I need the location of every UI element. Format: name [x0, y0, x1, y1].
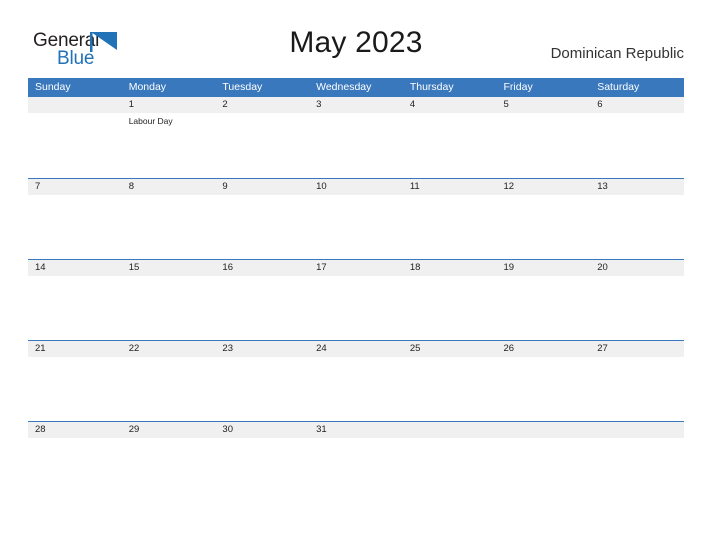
day-number-band: 7 8 9 10 11 12 13 — [28, 179, 684, 195]
day-event — [403, 276, 497, 340]
day-event — [215, 438, 309, 502]
day-event — [403, 357, 497, 421]
day-number[interactable]: 8 — [122, 179, 216, 195]
day-event — [309, 276, 403, 340]
day-event — [497, 113, 591, 177]
day-number[interactable] — [497, 422, 591, 438]
day-number[interactable]: 24 — [309, 341, 403, 357]
day-event — [309, 195, 403, 259]
day-event — [28, 113, 122, 177]
day-number[interactable]: 11 — [403, 179, 497, 195]
day-number-band: 28 29 30 31 — [28, 422, 684, 438]
day-event-band — [28, 195, 684, 259]
day-number[interactable]: 23 — [215, 341, 309, 357]
weekday-header-wednesday: Wednesday — [316, 81, 372, 93]
day-event — [28, 195, 122, 259]
day-event — [122, 357, 216, 421]
day-event — [497, 357, 591, 421]
day-event — [309, 113, 403, 177]
day-event — [590, 357, 684, 421]
day-event — [497, 438, 591, 502]
day-event — [403, 438, 497, 502]
day-number[interactable]: 2 — [215, 97, 309, 113]
day-event — [590, 438, 684, 502]
day-event — [215, 195, 309, 259]
day-event — [309, 438, 403, 502]
day-number[interactable] — [28, 97, 122, 113]
day-event — [590, 113, 684, 177]
day-number[interactable]: 18 — [403, 260, 497, 276]
weekday-header-row: Sunday Monday Tuesday Wednesday Thursday… — [28, 78, 684, 97]
day-number[interactable]: 14 — [28, 260, 122, 276]
day-number-band: 14 15 16 17 18 19 20 — [28, 260, 684, 276]
day-event-band — [28, 438, 684, 502]
day-number-band: 21 22 23 24 25 26 27 — [28, 341, 684, 357]
weekday-header-saturday: Saturday — [597, 81, 640, 93]
day-number[interactable]: 29 — [122, 422, 216, 438]
day-event-band — [28, 276, 684, 340]
day-number[interactable]: 28 — [28, 422, 122, 438]
calendar-week-row: 1 2 3 4 5 6 Labour Day — [28, 97, 684, 178]
day-event — [403, 195, 497, 259]
day-number[interactable]: 27 — [590, 341, 684, 357]
day-number[interactable]: 4 — [403, 97, 497, 113]
day-number[interactable]: 9 — [215, 179, 309, 195]
day-number[interactable]: 25 — [403, 341, 497, 357]
day-number[interactable]: 10 — [309, 179, 403, 195]
day-number[interactable]: 13 — [590, 179, 684, 195]
calendar-week-row: 14 15 16 17 18 19 20 — [28, 259, 684, 340]
day-number[interactable]: 19 — [497, 260, 591, 276]
weekday-header-friday: Friday — [503, 81, 533, 93]
day-event — [309, 357, 403, 421]
weekday-header-monday: Monday — [128, 81, 167, 93]
day-event — [122, 195, 216, 259]
day-event — [403, 113, 497, 177]
day-number[interactable] — [590, 422, 684, 438]
day-event — [28, 276, 122, 340]
weekday-header-tuesday: Tuesday — [222, 81, 263, 93]
day-number[interactable] — [403, 422, 497, 438]
day-number[interactable]: 30 — [215, 422, 309, 438]
day-number[interactable]: 21 — [28, 341, 122, 357]
calendar-page: General Blue May 2023 Dominican Republic… — [0, 0, 712, 550]
day-event: Labour Day — [128, 116, 173, 126]
day-event — [28, 357, 122, 421]
day-event — [215, 113, 309, 177]
day-event-band — [28, 357, 684, 421]
day-number[interactable]: 12 — [497, 179, 591, 195]
day-event — [497, 276, 591, 340]
day-event-band: Labour Day — [28, 113, 684, 177]
weekday-header-sunday: Sunday — [35, 81, 71, 93]
calendar-week-row: 28 29 30 31 — [28, 421, 684, 502]
day-number[interactable]: 3 — [309, 97, 403, 113]
day-event — [497, 195, 591, 259]
day-number[interactable]: 17 — [309, 260, 403, 276]
calendar-week-row: 21 22 23 24 25 26 27 — [28, 340, 684, 421]
day-event — [590, 195, 684, 259]
page-header: General Blue May 2023 Dominican Republic — [0, 0, 712, 78]
day-event — [122, 276, 216, 340]
day-number[interactable]: 20 — [590, 260, 684, 276]
day-number[interactable]: 5 — [497, 97, 591, 113]
day-event — [28, 438, 122, 502]
day-number[interactable]: 26 — [497, 341, 591, 357]
day-number[interactable]: 7 — [28, 179, 122, 195]
day-number[interactable]: 1 — [122, 97, 216, 113]
day-number[interactable]: 22 — [122, 341, 216, 357]
calendar-grid: Sunday Monday Tuesday Wednesday Thursday… — [28, 78, 684, 502]
day-number[interactable]: 16 — [215, 260, 309, 276]
day-number[interactable]: 6 — [590, 97, 684, 113]
country-label: Dominican Republic — [550, 45, 684, 62]
day-event — [215, 357, 309, 421]
day-event — [122, 438, 216, 502]
day-number-band: 1 2 3 4 5 6 — [28, 97, 684, 113]
day-number[interactable]: 15 — [122, 260, 216, 276]
day-number[interactable]: 31 — [309, 422, 403, 438]
calendar-week-row: 7 8 9 10 11 12 13 — [28, 178, 684, 259]
day-event — [215, 276, 309, 340]
day-event — [590, 276, 684, 340]
weekday-header-thursday: Thursday — [409, 81, 454, 93]
